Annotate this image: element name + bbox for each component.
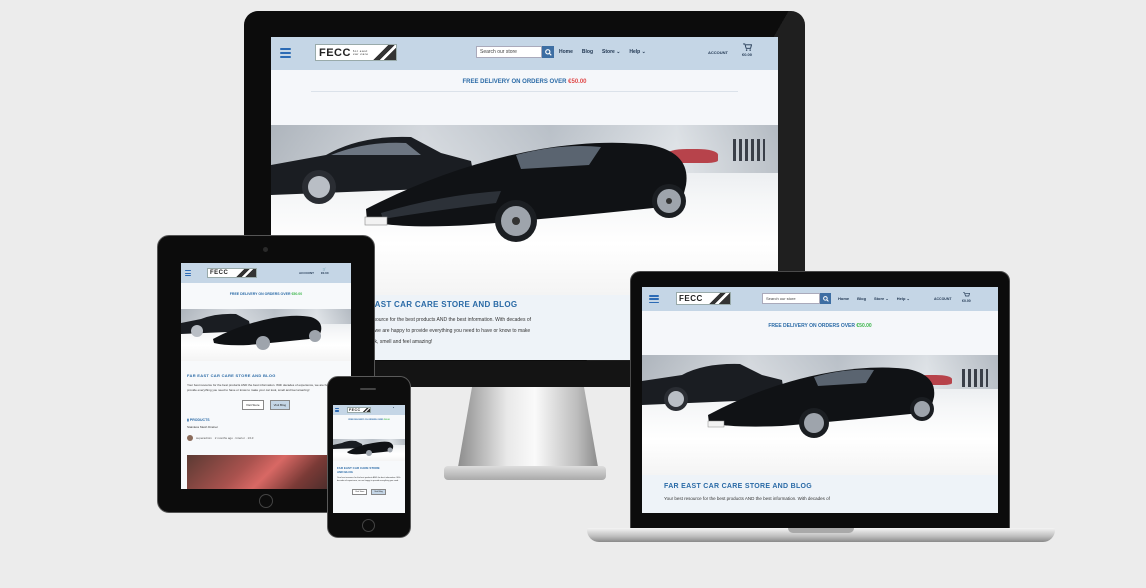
search-input[interactable]: Search our store (476, 46, 542, 58)
delivery-banner: FREE DELIVERY ON ORDERS OVER €50.00 (348, 419, 390, 421)
visit-store-button[interactable]: Visit Store (241, 400, 264, 410)
phone-home-button[interactable] (362, 519, 375, 532)
tablet-screen: FECC ACCOUNT 🛒 €0.00 FREE DELIVERY ON ORD… (181, 263, 351, 489)
cart-icon: ▾ (393, 407, 395, 409)
tablet-heading: FAR EAST CAR CARE STORE AND BLOG (187, 373, 276, 378)
banner-divider (311, 91, 738, 92)
search-bar: Search our store (762, 293, 831, 304)
monitor-stand (458, 387, 598, 467)
cart-link[interactable]: €0.00 (740, 43, 754, 57)
tablet-content: FAR EAST CAR CARE STORE AND BLOG Your be… (181, 369, 351, 489)
search-input[interactable]: Search our store (762, 293, 820, 304)
nav-help[interactable]: Help ⌄ (897, 296, 910, 301)
visit-blog-button[interactable]: Visit Blog (269, 400, 291, 410)
hero-image (642, 355, 998, 475)
chevron-down-icon: ⌄ (641, 49, 646, 55)
nav-home[interactable]: Home (559, 49, 573, 55)
account-link[interactable]: ACCOUNT (708, 50, 728, 55)
desktop-navbar: FECC for east car care Search our store H… (271, 37, 778, 70)
site-logo[interactable]: FECC (347, 407, 371, 413)
blog-meta-row: superadmin 2 months ago · Interior · 1/13 (187, 435, 345, 441)
cart-icon (742, 43, 752, 51)
account-link[interactable]: ACCOUNT (934, 297, 952, 301)
laptop-content: FAR EAST CAR CARE STORE AND BLOG Your be… (642, 475, 998, 513)
tablet-navbar: FECC ACCOUNT 🛒 €0.00 (181, 263, 351, 283)
hamburger-icon[interactable] (280, 48, 291, 58)
site-logo[interactable]: FECC (207, 268, 257, 278)
nav-home[interactable]: Home (838, 296, 849, 301)
tablet-cta-row: Visit Store Visit Blog (187, 400, 345, 410)
monitor-base (444, 466, 606, 480)
cart-total: €0.00 (741, 52, 752, 57)
hamburger-icon[interactable] (185, 270, 191, 276)
cart-icon (963, 292, 970, 297)
main-nav: Home Blog Store ⌄ Help ⌄ (838, 296, 910, 301)
logo-stripes (370, 45, 396, 60)
cart-link[interactable]: 🛒 €0.00 (321, 267, 329, 275)
phone-cta-row: Visit Store Visit Blog (337, 489, 401, 495)
laptop-navbar: FECC Search our store Home Blog Store ⌄ … (642, 287, 998, 311)
products-label: ▮ PRODUCTS (187, 418, 210, 422)
tablet-home-button[interactable] (259, 494, 273, 508)
site-logo[interactable]: FECC (676, 292, 731, 305)
hamburger-icon[interactable] (649, 295, 659, 303)
visit-blog-button[interactable]: Visit Blog (371, 489, 386, 495)
blog-post-image[interactable] (187, 455, 345, 489)
visit-store-button[interactable]: Visit Store (352, 489, 368, 495)
phone-screen: FECC ▾ FREE DELIVERY ON ORDERS OVER €50.… (333, 405, 405, 513)
search-bar: Search our store (476, 46, 554, 58)
phone-intro: Your best resource for the best products… (337, 477, 401, 482)
phone-device: FECC ▾ FREE DELIVERY ON ORDERS OVER €50.… (327, 376, 411, 538)
laptop-heading: FAR EAST CAR CARE STORE AND BLOG (664, 483, 813, 490)
laptop-screen: FECC Search our store Home Blog Store ⌄ … (642, 287, 998, 513)
phone-navbar: FECC ▾ (333, 405, 405, 415)
hamburger-icon[interactable] (335, 408, 339, 412)
tablet-camera (263, 247, 268, 252)
delivery-banner: FREE DELIVERY ON ORDERS OVER €50.00 (229, 292, 303, 296)
nav-blog[interactable]: Blog (857, 296, 866, 301)
laptop-intro: Your best resource for the best products… (664, 496, 830, 501)
account-link[interactable]: ACCOUNT (299, 271, 314, 275)
nav-help[interactable]: Help ⌄ (629, 49, 645, 55)
logo-tagline: for east car care (352, 48, 369, 56)
main-nav: Home Blog Store ⌄ Help ⌄ (559, 49, 646, 55)
nav-blog[interactable]: Blog (582, 49, 593, 55)
search-icon (544, 48, 552, 56)
hero-image (181, 309, 351, 361)
laptop-notch (788, 528, 854, 533)
phone-heading: FAR EAST CAR CARE STORE AND BLOG (337, 466, 380, 474)
logo-text: FECC (319, 46, 351, 59)
delivery-banner: FREE DELIVERY ON ORDERS OVER €50.00 (768, 323, 872, 329)
tablet-intro: Your best resource for the best products… (187, 383, 337, 392)
delivery-banner: FREE DELIVERY ON ORDERS OVER €50.00 (462, 79, 587, 85)
search-button[interactable] (542, 46, 554, 58)
nav-store[interactable]: Store ⌄ (602, 49, 620, 55)
hero-image (333, 439, 405, 461)
phone-content: FAR EAST CAR CARE STORE AND BLOG Your be… (333, 463, 405, 513)
search-icon (822, 295, 829, 302)
cart-link[interactable]: €0.00 (962, 292, 971, 303)
product-name[interactable]: Stainless Mesh Drainer (187, 425, 345, 429)
avatar (187, 435, 193, 441)
search-button[interactable] (820, 293, 831, 304)
phone-speaker (360, 388, 376, 390)
laptop-device: FECC Search our store Home Blog Store ⌄ … (630, 271, 1010, 531)
cart-link[interactable]: ▾ (393, 407, 394, 409)
nav-store[interactable]: Store ⌄ (874, 296, 889, 301)
site-logo[interactable]: FECC for east car care (315, 44, 397, 61)
chevron-down-icon: ⌄ (616, 49, 621, 55)
